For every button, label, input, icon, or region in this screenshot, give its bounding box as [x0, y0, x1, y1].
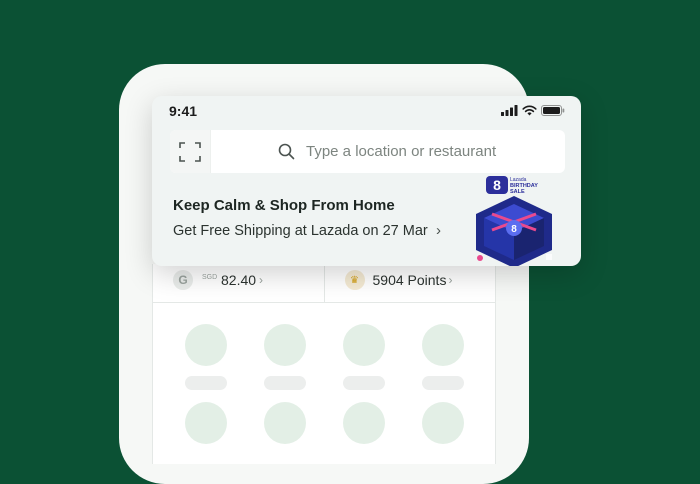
scan-icon — [179, 141, 201, 162]
service-label-placeholder — [422, 376, 464, 390]
service-icon-placeholder[interactable] — [264, 402, 306, 444]
promo-subtitle: Get Free Shipping at Lazada on 27 Mar — [173, 223, 428, 239]
signal-icon — [501, 105, 518, 116]
service-icon-placeholder[interactable] — [343, 402, 385, 444]
chevron-right-icon: › — [259, 273, 263, 287]
service-icon-placeholder[interactable] — [422, 402, 464, 444]
lazada-birthday-sale-logo: 8 Lazada BIRTHDAY SALE 8 — [476, 176, 552, 266]
search-bar[interactable]: Type a location or restaurant — [170, 130, 565, 173]
badge-number: 8 — [493, 177, 501, 193]
search-input[interactable]: Type a location or restaurant — [306, 143, 496, 160]
wifi-icon — [522, 105, 537, 116]
grabpay-balance[interactable]: G SGD 82.40 › — [153, 264, 324, 302]
battery-icon — [541, 105, 565, 116]
search-icon — [278, 143, 295, 160]
balance-amount: 82.40 — [221, 272, 257, 288]
service-icon-placeholder[interactable] — [422, 324, 464, 366]
currency-label: SGD — [202, 274, 218, 281]
grabpay-icon: G — [173, 270, 193, 290]
service-label-placeholder — [264, 376, 306, 390]
chevron-right-icon: › — [436, 222, 441, 239]
status-icons — [501, 105, 565, 116]
home-screen: G SGD 82.40 › ♛ 5904 Points › — [152, 264, 496, 464]
status-time: 9:41 — [169, 103, 198, 119]
wallet-row: G SGD 82.40 › ♛ 5904 Points › — [153, 264, 495, 303]
scan-button[interactable] — [170, 130, 211, 173]
badge-text-2: SALE — [510, 189, 525, 195]
service-label-placeholder — [185, 376, 227, 390]
chevron-right-icon: › — [448, 273, 453, 287]
crown-icon: ♛ — [344, 270, 365, 290]
service-label-placeholder — [343, 376, 385, 390]
service-icon-placeholder[interactable] — [185, 324, 227, 366]
service-icon-placeholder[interactable] — [185, 402, 227, 444]
badge-number-box: 8 — [511, 224, 517, 235]
promo-title: Keep Calm & Shop From Home — [173, 197, 395, 214]
service-icon-placeholder[interactable] — [264, 324, 306, 366]
rewards-points[interactable]: ♛ 5904 Points › — [323, 264, 496, 302]
header-card: 9:41 Type a location or restaurant Keep … — [152, 96, 581, 266]
service-icon-placeholder[interactable] — [343, 324, 385, 366]
points-value: 5904 Points — [372, 272, 447, 288]
